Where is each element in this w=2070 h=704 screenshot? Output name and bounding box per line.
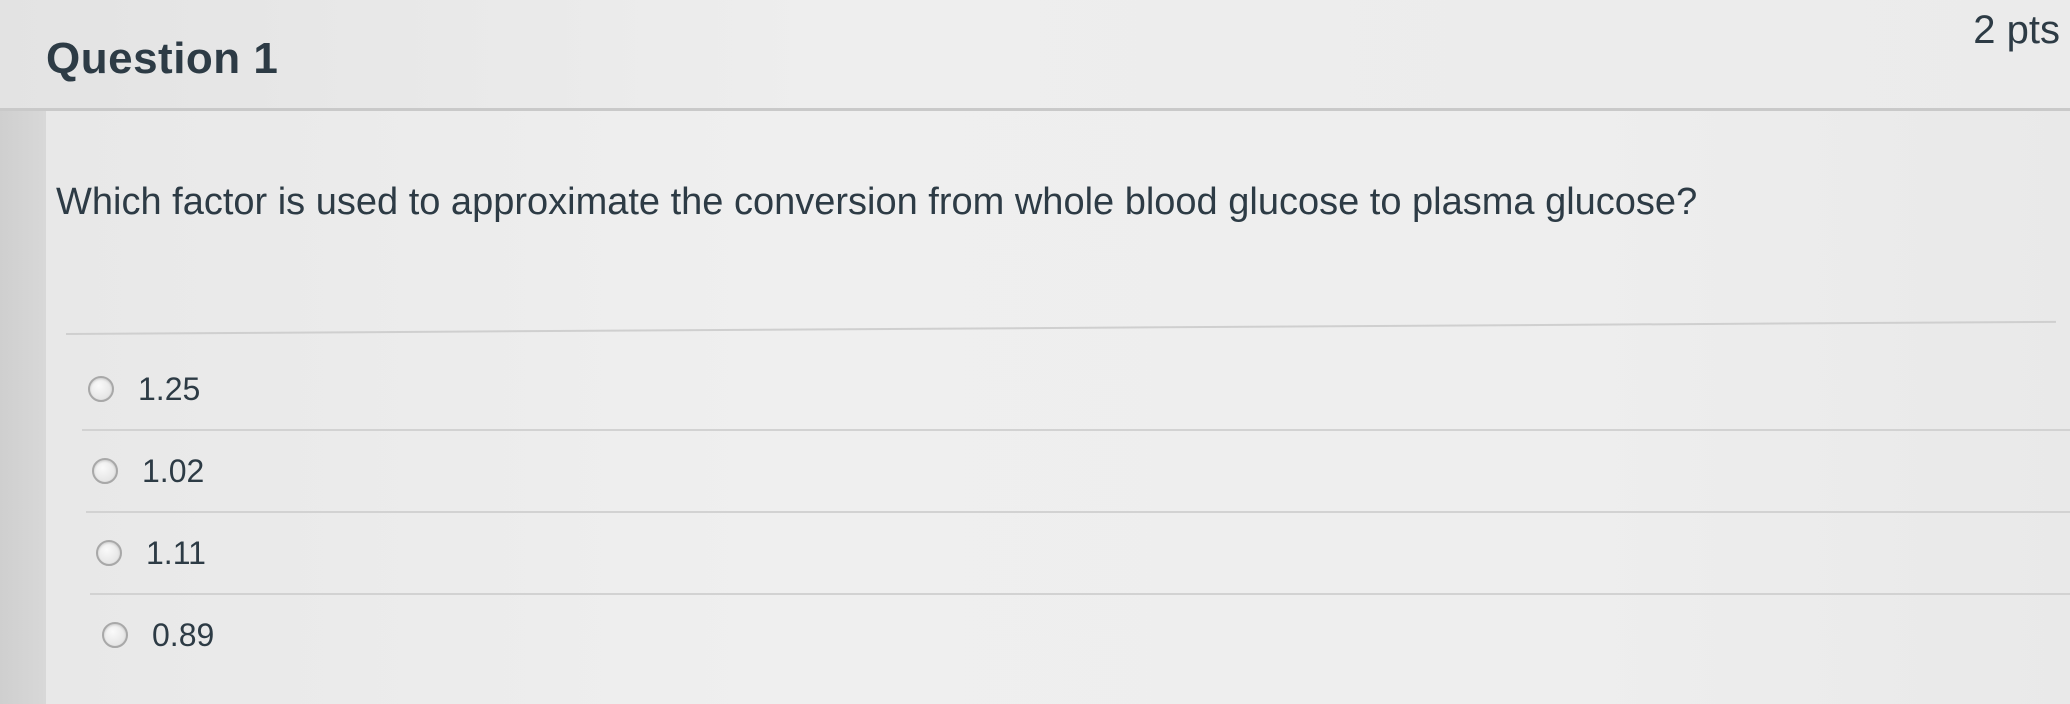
- answer-label[interactable]: 1.11: [146, 535, 206, 572]
- answer-label[interactable]: 1.25: [138, 371, 200, 408]
- answer-label[interactable]: 1.02: [142, 453, 204, 490]
- answer-list: 1.25 1.02 1.11 0.89: [82, 349, 2070, 675]
- answer-option-3[interactable]: 1.11: [90, 513, 2070, 595]
- answer-option-4[interactable]: 0.89: [96, 595, 2070, 675]
- radio-button-icon[interactable]: [88, 376, 114, 402]
- question-points: 2 pts: [1973, 8, 2060, 52]
- radio-button-icon[interactable]: [102, 622, 128, 648]
- question-header: Question 1 2 pts: [0, 0, 2070, 111]
- radio-button-icon[interactable]: [92, 458, 118, 484]
- quiz-page: Question 1 2 pts Which factor is used to…: [0, 0, 2070, 704]
- question-body: Which factor is used to approximate the …: [46, 111, 2070, 704]
- radio-button-icon[interactable]: [96, 540, 122, 566]
- answer-option-1[interactable]: 1.25: [82, 349, 2070, 431]
- question-text: Which factor is used to approximate the …: [56, 181, 1698, 223]
- answers-divider: [65, 320, 2056, 335]
- answer-label[interactable]: 0.89: [152, 617, 214, 654]
- question-card: Question 1 2 pts Which factor is used to…: [0, 0, 2070, 704]
- answer-option-2[interactable]: 1.02: [86, 431, 2070, 513]
- question-title: Question 1: [46, 34, 279, 83]
